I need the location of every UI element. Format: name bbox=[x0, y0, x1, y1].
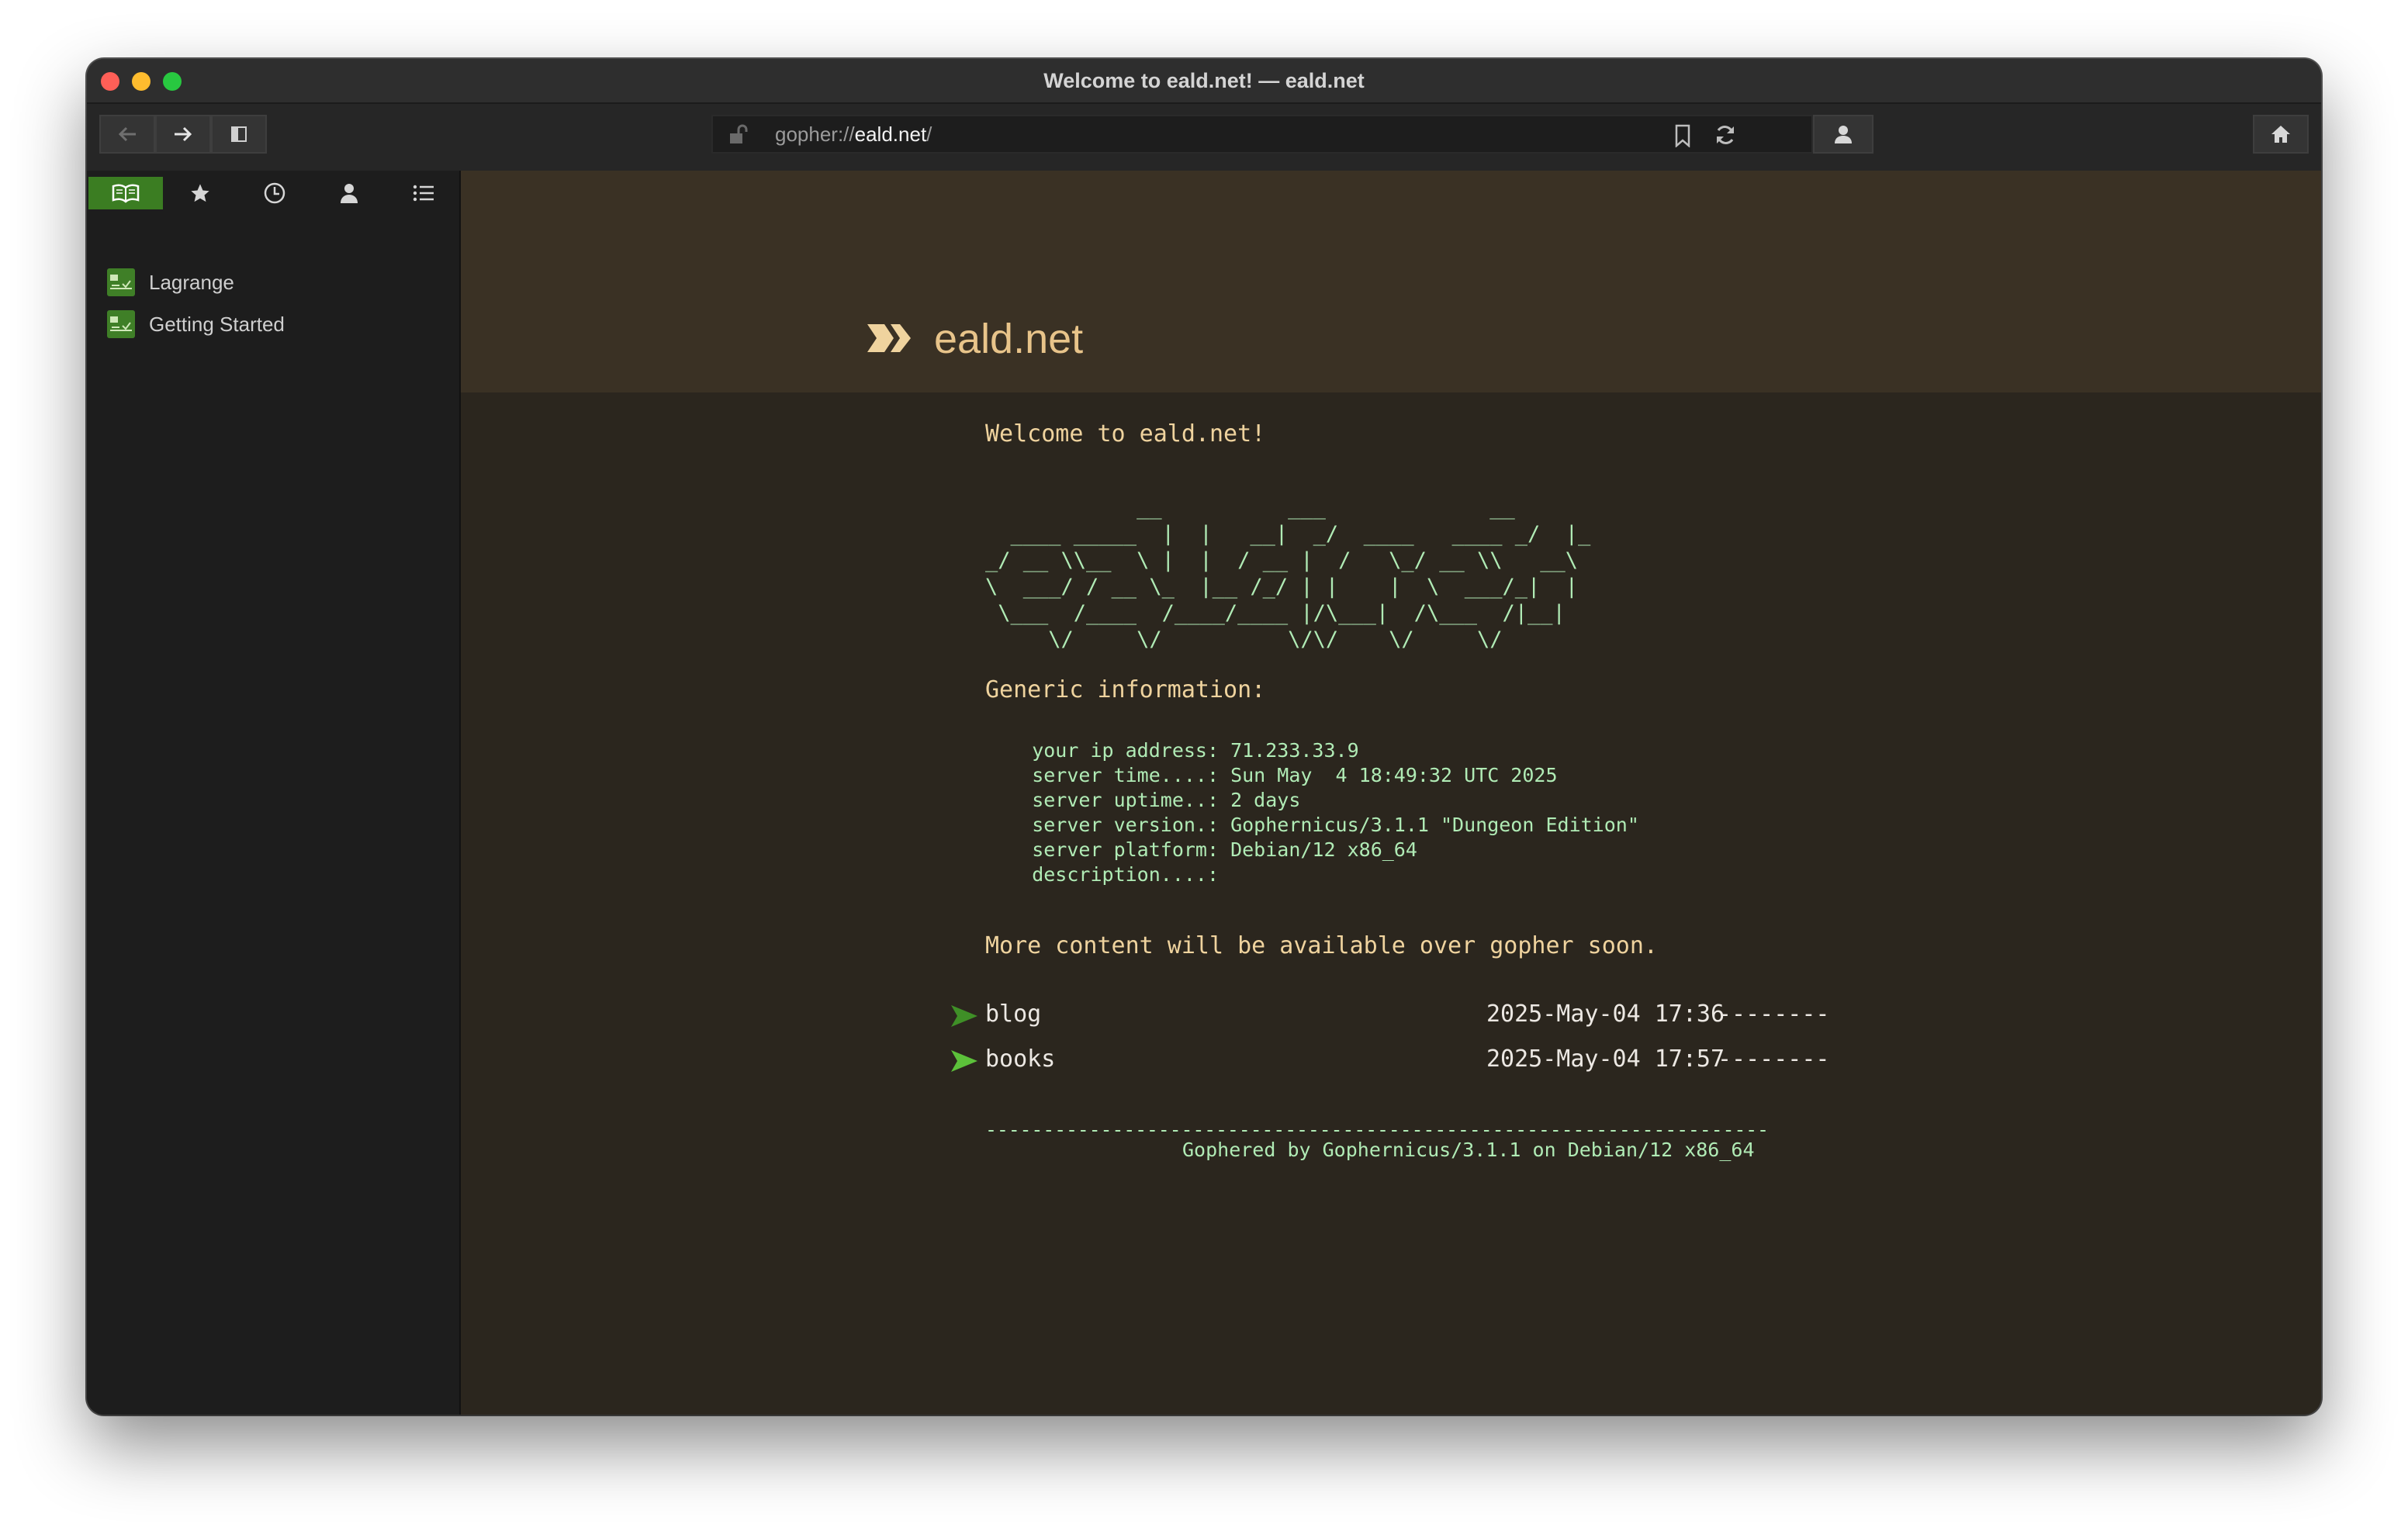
sidebar-item-lagrange[interactable]: Lagrange bbox=[107, 267, 234, 298]
toolbar: gopher://eald.net/ bbox=[87, 104, 2321, 171]
site-name: eald.net bbox=[934, 316, 1084, 362]
browser-window: Welcome to eald.net! — eald.net gopher:/… bbox=[87, 59, 2321, 1415]
link-date: 2025-May-04 17:57 bbox=[1486, 1045, 1725, 1073]
link-date: 2025-May-04 17:36 bbox=[1486, 1001, 1725, 1028]
info-line: server version.: Gophernicus/3.1.1 "Dung… bbox=[985, 814, 1639, 836]
clock-icon bbox=[264, 182, 285, 204]
sidebar: Lagrange Getting Started bbox=[87, 171, 461, 1415]
reload-icon[interactable] bbox=[1714, 123, 1737, 147]
tab-identities[interactable] bbox=[312, 177, 386, 209]
url-scheme: gopher:// bbox=[775, 123, 855, 146]
link-size: -------- bbox=[1718, 1045, 1830, 1073]
link-label: blog bbox=[985, 1001, 1042, 1028]
back-button[interactable] bbox=[99, 115, 155, 154]
welcome-heading: Welcome to eald.net! bbox=[985, 420, 1266, 448]
star-icon bbox=[191, 184, 209, 202]
tab-bookmarks[interactable] bbox=[88, 177, 163, 209]
window-title: Welcome to eald.net! — eald.net bbox=[1043, 69, 1365, 92]
url-host: eald.net bbox=[854, 123, 927, 146]
gopher-link-books[interactable]: books 2025-May-04 17:57 -------- bbox=[950, 1045, 1880, 1081]
info-line: server uptime..: 2 days bbox=[985, 789, 1301, 811]
info-line: description....: bbox=[985, 863, 1220, 886]
book-icon bbox=[112, 184, 140, 203]
page-banner: eald.net bbox=[461, 171, 2321, 392]
url-path: / bbox=[926, 123, 932, 146]
url-text[interactable]: gopher://eald.net/ bbox=[775, 116, 932, 152]
bookmark-icon[interactable] bbox=[1673, 124, 1692, 147]
tab-history[interactable] bbox=[237, 177, 312, 209]
home-button[interactable] bbox=[2253, 115, 2309, 154]
tab-feeds[interactable] bbox=[163, 177, 237, 209]
sidebar-item-label: Getting Started bbox=[149, 312, 285, 336]
person-icon bbox=[1835, 126, 1852, 143]
bookmark-folder-icon bbox=[107, 310, 135, 338]
title-bar: Welcome to eald.net! — eald.net bbox=[87, 59, 2321, 104]
link-label: books bbox=[985, 1045, 1056, 1073]
link-arrow-icon bbox=[951, 1005, 977, 1027]
list-icon bbox=[413, 185, 434, 202]
sidebar-item-label: Lagrange bbox=[149, 270, 234, 294]
lock-open-icon bbox=[730, 124, 748, 143]
link-arrow-icon bbox=[951, 1050, 977, 1072]
link-size: -------- bbox=[1718, 1001, 1830, 1028]
footer-rule: ----------------------------------------… bbox=[985, 1118, 1769, 1141]
arrow-left-icon bbox=[118, 126, 136, 142]
home-icon bbox=[2271, 126, 2290, 143]
info-block: your ip address: 71.233.33.9 server time… bbox=[985, 738, 1639, 887]
sidebar-item-getting-started[interactable]: Getting Started bbox=[107, 309, 285, 340]
ascii-art: __ ___ __ ____ _____ | | __| _/ ____ ___… bbox=[985, 496, 1591, 651]
gopher-menu-icon bbox=[867, 324, 911, 352]
sidebar-toggle-button[interactable] bbox=[211, 115, 267, 154]
sidebar-icon bbox=[231, 126, 247, 142]
person-icon bbox=[341, 184, 358, 203]
info-line: server platform: Debian/12 x86_64 bbox=[985, 838, 1417, 861]
forward-button[interactable] bbox=[155, 115, 211, 154]
generic-heading: Generic information: bbox=[985, 676, 1266, 703]
url-bar[interactable]: gopher://eald.net/ bbox=[711, 115, 1813, 154]
info-line: server time....: Sun May 4 18:49:32 UTC … bbox=[985, 764, 1558, 786]
bookmark-folder-icon bbox=[107, 268, 135, 296]
footer-text: Gophered by Gophernicus/3.1.1 on Debian/… bbox=[1182, 1139, 1755, 1161]
info-line: your ip address: 71.233.33.9 bbox=[985, 739, 1359, 762]
identity-button[interactable] bbox=[1813, 115, 1873, 154]
more-content-text: More content will be available over goph… bbox=[985, 932, 1658, 959]
arrow-right-icon bbox=[175, 126, 192, 142]
gopher-link-blog[interactable]: blog 2025-May-04 17:36 -------- bbox=[950, 1001, 1880, 1036]
page-content: eald.net Welcome to eald.net! __ ___ __ … bbox=[461, 171, 2321, 1415]
tab-outline[interactable] bbox=[386, 177, 461, 209]
